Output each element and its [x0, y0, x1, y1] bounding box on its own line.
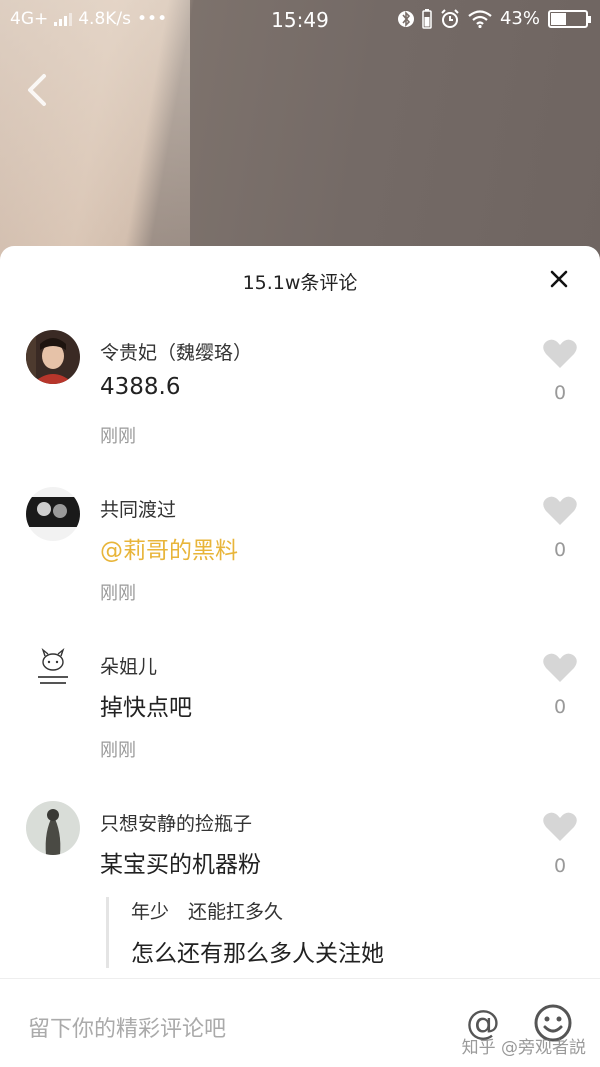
avatar-image [26, 801, 80, 855]
like-count: 0 [553, 539, 567, 561]
battery-icon [548, 9, 591, 28]
avatar[interactable] [26, 644, 80, 698]
avatar-image [26, 487, 80, 541]
like-count: 0 [553, 696, 567, 718]
comment-author[interactable]: 只想安静的捡瓶子 [100, 809, 252, 836]
watermark: 知乎 @旁观者説 [461, 1038, 586, 1058]
like-count: 0 [553, 382, 567, 404]
avatar[interactable] [26, 330, 80, 384]
wifi-icon [468, 9, 492, 28]
battery-fill [551, 12, 566, 25]
comment-item: 朵姐儿 掉快点吧 刚刚 0 [0, 644, 600, 794]
heart-icon[interactable] [542, 652, 578, 684]
comment-sheet-header: 15.1w条评论 [0, 246, 600, 314]
comment-author[interactable]: 令贵妃（魏缨珞） [100, 338, 252, 365]
comment-item: 只想安静的捡瓶子 某宝买的机器粉 0 年少 还能扛多久 怎么还有那么多人关注她 [0, 801, 600, 971]
comment-item: 令贵妃（魏缨珞） 4388.6 刚刚 0 [0, 330, 600, 480]
video-background[interactable] [0, 0, 600, 270]
comment-item: 共同渡过 @莉哥的黑料 刚刚 0 [0, 487, 600, 637]
heart-icon[interactable] [542, 338, 578, 370]
avatar[interactable] [26, 487, 80, 541]
bluetooth-icon [397, 10, 414, 27]
phone-battery-small-icon [422, 8, 432, 29]
like-count: 0 [553, 855, 567, 877]
avatar-image [26, 330, 80, 384]
avatar-image [26, 644, 80, 698]
reply-content: 怎么还有那么多人关注她 [131, 941, 384, 967]
comment-time: 刚刚 [100, 583, 136, 604]
heart-icon[interactable] [542, 495, 578, 527]
comment-content: 掉快点吧 [100, 695, 192, 721]
comment-content: 4388.6 [100, 374, 181, 400]
back-button[interactable] [22, 70, 58, 110]
avatar[interactable] [26, 801, 80, 855]
comment-author[interactable]: 朵姐儿 [100, 652, 157, 679]
comment-author[interactable]: 共同渡过 [100, 495, 176, 522]
close-button[interactable] [544, 264, 574, 294]
comment-sheet: 15.1w条评论 令贵妃（魏缨珞） 4388.6 刚刚 0 共同渡过 @莉哥的黑… [0, 246, 600, 1067]
comment-content: 某宝买的机器粉 [100, 852, 261, 878]
back-arrow-icon [28, 74, 46, 106]
comment-time: 刚刚 [100, 740, 136, 761]
comment-input-bar: 留下你的精彩评论吧 @ 知乎 @旁观者説 [0, 978, 600, 1067]
comment-content[interactable]: @莉哥的黑料 [100, 531, 238, 565]
comment-count-title: 15.1w条评论 [242, 272, 358, 294]
video-light-area [0, 0, 190, 270]
reply-author[interactable]: 年少 还能扛多久 [131, 897, 586, 924]
close-icon [550, 270, 568, 288]
heart-icon[interactable] [542, 811, 578, 843]
battery-percent: 43% [499, 8, 540, 29]
comment-input[interactable]: 留下你的精彩评论吧 [28, 1011, 226, 1043]
status-bar: 4G+ 4.8K/s ••• 15:49 43% [0, 0, 600, 40]
comment-time: 刚刚 [100, 426, 136, 447]
reply-item[interactable]: 年少 还能扛多久 怎么还有那么多人关注她 [106, 897, 586, 968]
status-right: 43% [397, 8, 591, 29]
alarm-icon [441, 8, 459, 28]
